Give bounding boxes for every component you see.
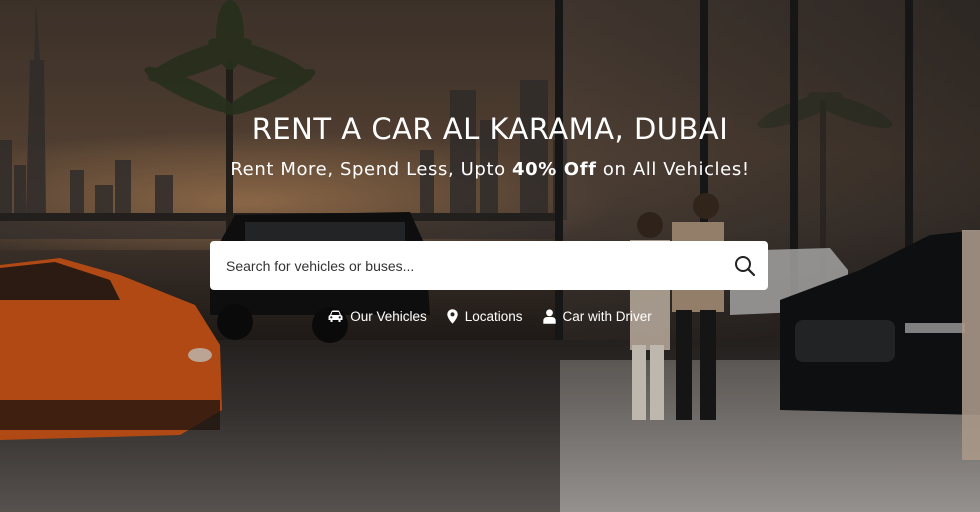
person-icon: [542, 309, 556, 324]
search-button[interactable]: [722, 241, 768, 290]
car-icon: [328, 310, 343, 322]
link-label: Car with Driver: [562, 309, 652, 324]
search-bar: [210, 241, 768, 290]
link-label: Locations: [464, 309, 523, 324]
page-title: RENT A CAR AL KARAMA, DUBAI: [251, 112, 729, 146]
promo-subtitle: Rent More, Spend Less, Upto 40% Off on A…: [0, 159, 980, 180]
map-pin-icon: [447, 309, 458, 324]
link-car-with-driver[interactable]: Car with Driver: [542, 309, 652, 324]
link-locations[interactable]: Locations: [447, 309, 523, 324]
quick-links: Our Vehicles Locations Car with Driver: [0, 309, 980, 324]
search-input[interactable]: [210, 241, 722, 290]
subtitle-text-end: on All Vehicles!: [596, 159, 750, 180]
subtitle-text-start: Rent More, Spend Less, Upto: [230, 159, 513, 180]
discount-highlight: 40% Off: [512, 159, 597, 180]
link-label: Our Vehicles: [350, 309, 427, 324]
link-our-vehicles[interactable]: Our Vehicles: [328, 309, 427, 324]
search-icon: [735, 255, 756, 276]
